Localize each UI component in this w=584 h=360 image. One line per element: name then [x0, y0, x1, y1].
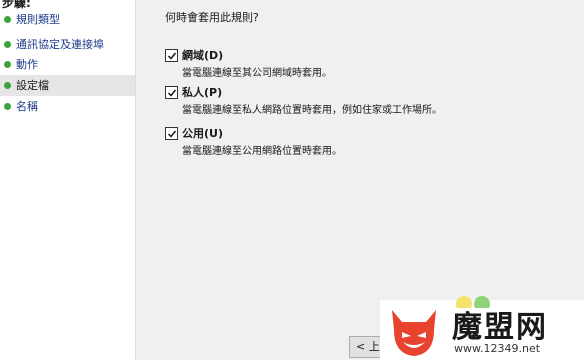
domain-description: 當電腦連線至其公司網域時套用。: [182, 68, 332, 79]
devil-logo-icon: [392, 310, 436, 356]
step-label: 名稱: [16, 100, 38, 113]
step-label: 通訊協定及連接埠: [16, 38, 104, 51]
private-label[interactable]: 私人(P): [182, 84, 222, 100]
check-icon: [167, 52, 176, 60]
private-description: 當電腦連線至私人網路位置時套用，例如住家或工作場所。: [182, 105, 442, 116]
watermark-url: www.12349.net: [454, 342, 541, 355]
step-label: 設定檔: [16, 79, 49, 92]
step-label: 規則類型: [16, 13, 60, 26]
watermark: 魔盟网 www.12349.net: [380, 296, 584, 360]
private-checkbox[interactable]: [165, 86, 178, 99]
step-bullet-icon: [4, 16, 11, 23]
public-label[interactable]: 公用(U): [182, 125, 223, 141]
step-bullet-icon: [4, 41, 11, 48]
step-action[interactable]: 動作: [0, 54, 135, 75]
domain-checkbox[interactable]: [165, 49, 178, 62]
step-profile[interactable]: 設定檔: [0, 75, 135, 96]
check-icon: [167, 130, 176, 138]
steps-pane: 步驟: 規則類型 通訊協定及連接埠 動作 設定檔 名稱: [0, 0, 136, 360]
step-bullet-icon: [4, 103, 11, 110]
step-rule-type[interactable]: 規則類型: [0, 9, 135, 30]
step-bullet-icon: [4, 61, 11, 68]
watermark-title: 魔盟网: [452, 310, 548, 345]
domain-label[interactable]: 網域(D): [182, 47, 223, 63]
public-checkbox[interactable]: [165, 127, 178, 140]
step-protocol-ports[interactable]: 通訊協定及連接埠: [0, 34, 135, 55]
step-bullet-icon: [4, 82, 11, 89]
check-icon: [167, 89, 176, 97]
step-name[interactable]: 名稱: [0, 96, 135, 117]
step-label: 動作: [16, 58, 38, 71]
public-description: 當電腦連線至公用網路位置時套用。: [182, 146, 342, 157]
profile-question: 何時會套用此規則?: [165, 11, 259, 24]
